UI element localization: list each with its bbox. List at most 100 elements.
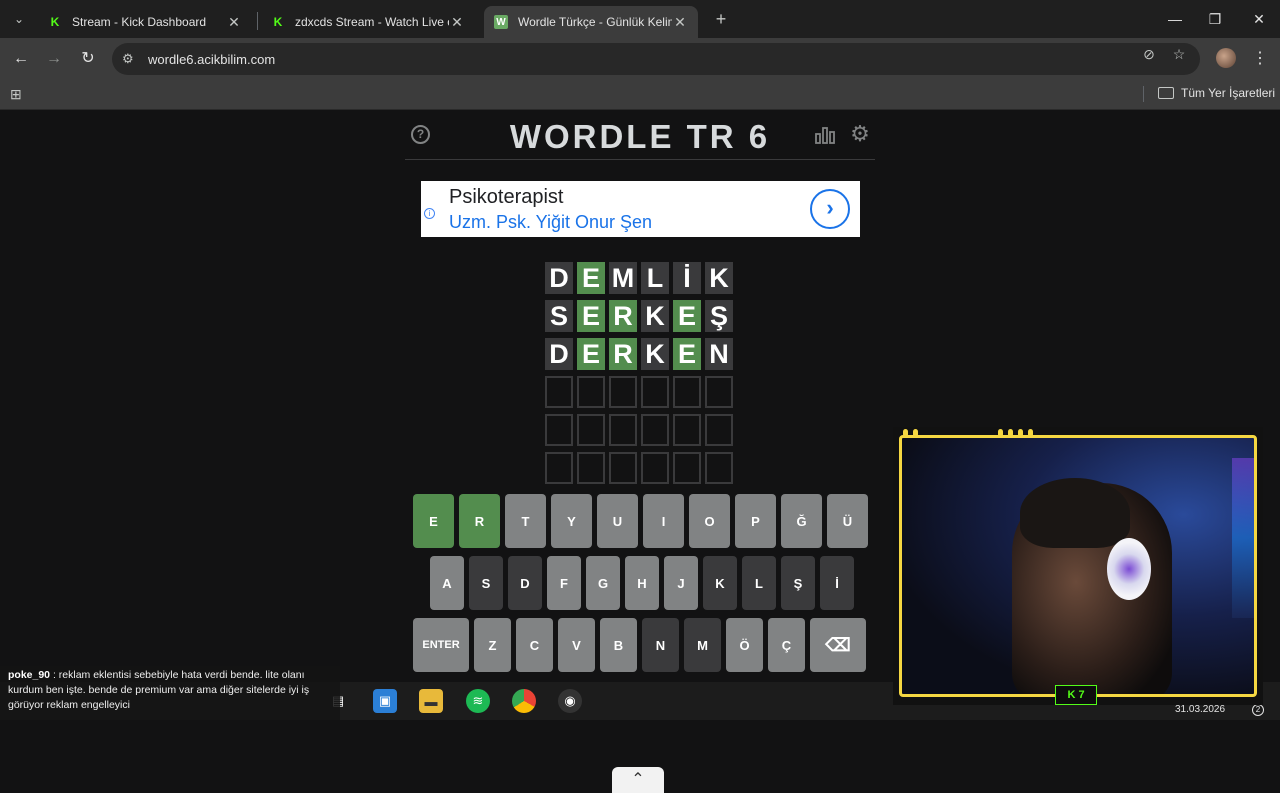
- board-tile: [577, 414, 605, 446]
- url-text: wordle6.acikbilim.com: [148, 51, 276, 67]
- close-icon[interactable]: ✕: [672, 14, 688, 31]
- key-o[interactable]: O: [689, 494, 730, 548]
- explorer-app-icon[interactable]: ▣: [373, 689, 397, 713]
- board-tile: İ: [673, 262, 701, 294]
- address-bar[interactable]: ⚙ wordle6.acikbilim.com: [112, 43, 1200, 75]
- key-j[interactable]: J: [664, 556, 698, 610]
- board-tile: [609, 376, 637, 408]
- tab-title: Wordle Türkçe - Günlük Kelime: [518, 15, 672, 29]
- key-u[interactable]: U: [597, 494, 638, 548]
- key-r[interactable]: R: [459, 494, 500, 548]
- gear-icon[interactable]: ⚙: [849, 123, 871, 145]
- backspace-icon[interactable]: ⌫: [810, 618, 866, 672]
- reload-icon[interactable]: ↻: [75, 46, 101, 72]
- board-tile: [641, 376, 669, 408]
- board-tile: E: [577, 300, 605, 332]
- ad-banner[interactable]: i Psikoterapist Uzm. Psk. Yiğit Onur Şen…: [421, 181, 860, 237]
- close-icon[interactable]: ✕: [449, 14, 465, 31]
- board-tile: D: [545, 262, 573, 294]
- restore-icon[interactable]: ❐: [1204, 8, 1226, 30]
- key-d[interactable]: D: [508, 556, 542, 610]
- key-e[interactable]: E: [413, 494, 454, 548]
- stats-icon[interactable]: [815, 126, 835, 144]
- board-tile: [577, 376, 605, 408]
- board-row: [545, 376, 737, 408]
- tab-kick-dashboard[interactable]: K Stream - Kick Dashboard ✕: [38, 6, 252, 38]
- board-tile: M: [609, 262, 637, 294]
- key-g[interactable]: G: [586, 556, 620, 610]
- key-h[interactable]: H: [625, 556, 659, 610]
- site-info-icon[interactable]: ⚙: [122, 51, 140, 67]
- back-icon[interactable]: ←: [8, 46, 34, 72]
- enter-key[interactable]: ENTER: [413, 618, 469, 672]
- key-c[interactable]: C: [516, 618, 553, 672]
- obs-icon[interactable]: ◉: [558, 689, 582, 713]
- notification-badge[interactable]: 2: [1252, 704, 1264, 716]
- streamer-hair: [1020, 478, 1130, 548]
- key-l[interactable]: L: [742, 556, 776, 610]
- bookmarks-bar: ⊞ Tüm Yer İşaretleri: [0, 80, 1280, 110]
- key-ğ[interactable]: Ğ: [781, 494, 822, 548]
- all-bookmarks-button[interactable]: Tüm Yer İşaretleri: [1158, 86, 1275, 100]
- chevron-up-icon[interactable]: ⌃: [612, 767, 664, 793]
- menu-icon[interactable]: ⋮: [1250, 46, 1270, 72]
- tab-title: zdxcds Stream - Watch Live on: [295, 15, 449, 29]
- key-ç[interactable]: Ç: [768, 618, 805, 672]
- spotify-icon[interactable]: ≋: [466, 689, 490, 713]
- wordle-icon: W: [494, 15, 508, 29]
- window-close-icon[interactable]: ✕: [1248, 8, 1270, 30]
- game-board: DEMLİKSERKEŞDERKEN: [545, 262, 737, 490]
- key-t[interactable]: T: [505, 494, 546, 548]
- chevron-right-icon[interactable]: ›: [810, 189, 850, 229]
- chat-username: poke_90: [8, 669, 51, 681]
- new-tab-icon[interactable]: +: [710, 8, 732, 30]
- board-row: [545, 414, 737, 446]
- key-ü[interactable]: Ü: [827, 494, 868, 548]
- chrome-icon[interactable]: [512, 689, 536, 713]
- board-row: DERKEN: [545, 338, 737, 370]
- key-s[interactable]: S: [469, 556, 503, 610]
- webcam-overlay: K 7: [893, 427, 1263, 705]
- key-b[interactable]: B: [600, 618, 637, 672]
- tab-search-chevron-icon[interactable]: ⌄: [8, 8, 30, 30]
- key-ö[interactable]: Ö: [726, 618, 763, 672]
- key-i[interactable]: I: [643, 494, 684, 548]
- key-v[interactable]: V: [558, 618, 595, 672]
- bookmark-star-icon[interactable]: ☆: [1169, 44, 1189, 64]
- folder-icon[interactable]: ▬: [419, 689, 443, 713]
- key-n[interactable]: N: [642, 618, 679, 672]
- tab-wordle[interactable]: W Wordle Türkçe - Günlük Kelime ✕: [484, 6, 698, 38]
- board-tile: E: [577, 338, 605, 370]
- key-p[interactable]: P: [735, 494, 776, 548]
- close-icon[interactable]: ✕: [226, 14, 242, 31]
- key-f[interactable]: F: [547, 556, 581, 610]
- board-tile: [641, 452, 669, 484]
- board-tile: K: [641, 338, 669, 370]
- key-z[interactable]: Z: [474, 618, 511, 672]
- board-tile: [705, 376, 733, 408]
- board-tile: [545, 452, 573, 484]
- key-m[interactable]: M: [684, 618, 721, 672]
- key-k[interactable]: K: [703, 556, 737, 610]
- tab-title: Stream - Kick Dashboard: [72, 15, 207, 29]
- board-tile: [545, 414, 573, 446]
- forward-icon[interactable]: →: [41, 46, 67, 72]
- minimize-icon[interactable]: —: [1164, 8, 1186, 30]
- board-tile: Ş: [705, 300, 733, 332]
- tab-separator: [257, 12, 258, 30]
- board-tile: N: [705, 338, 733, 370]
- board-tile: [673, 452, 701, 484]
- profile-avatar[interactable]: [1216, 48, 1236, 68]
- tab-zdxcds-stream[interactable]: K zdxcds Stream - Watch Live on ✕: [261, 6, 475, 38]
- key-a[interactable]: A: [430, 556, 464, 610]
- board-tile: R: [609, 300, 637, 332]
- board-tile: K: [705, 262, 733, 294]
- apps-grid-icon[interactable]: ⊞: [10, 86, 26, 102]
- key-i̇[interactable]: İ: [820, 556, 854, 610]
- board-tile: E: [673, 338, 701, 370]
- kick-badge-count: 7: [1078, 689, 1085, 701]
- eye-off-icon[interactable]: ⊘: [1139, 44, 1159, 64]
- key-y[interactable]: Y: [551, 494, 592, 548]
- ad-info-icon[interactable]: i: [424, 208, 435, 219]
- key-ş[interactable]: Ş: [781, 556, 815, 610]
